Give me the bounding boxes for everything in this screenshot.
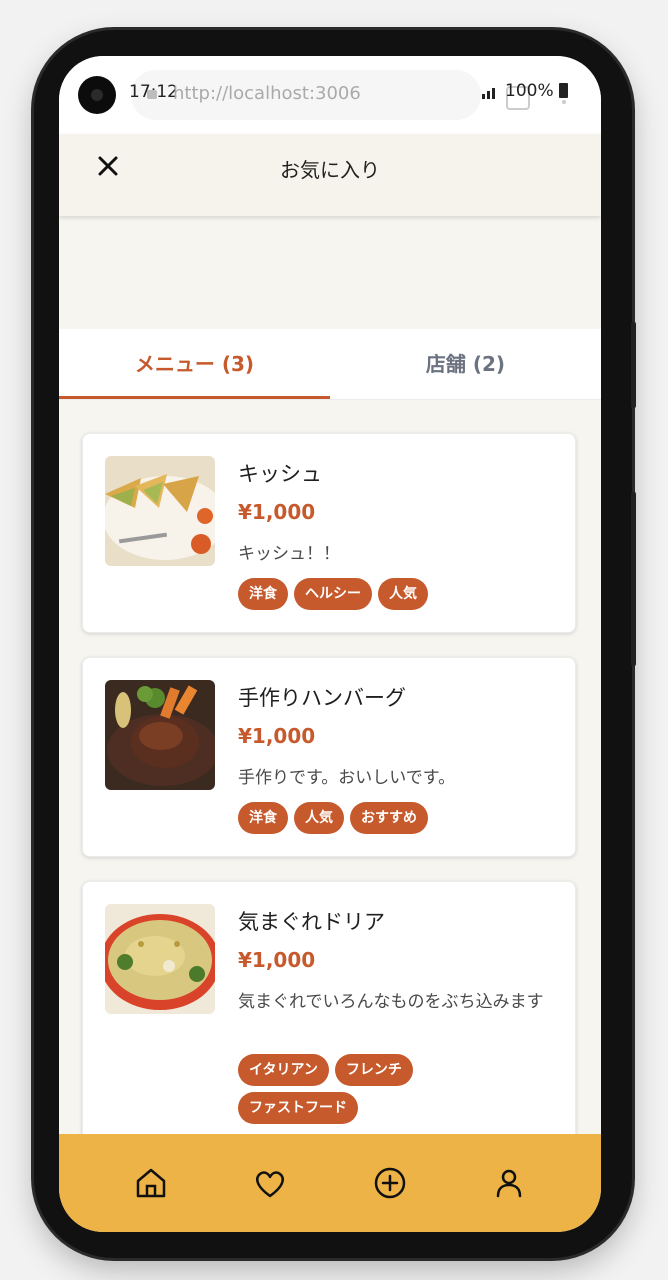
tag[interactable]: イタリアン (238, 1054, 329, 1086)
menu-item-name: 気まぐれドリア (238, 910, 385, 934)
page-title: お気に入り (280, 158, 380, 182)
menu-item-description: 気まぐれでいろんなものをぶち込みます (238, 992, 544, 1012)
lock-icon (147, 90, 157, 99)
menu-item-description: キッシュ！！ (238, 544, 340, 564)
browser-menu-icon[interactable] (562, 100, 566, 104)
menu-card[interactable]: 気まぐれドリア ¥1,000 気まぐれでいろんなものをぶち込みます イタリアン … (82, 881, 576, 1151)
url-text[interactable]: http://localhost:3006 (173, 83, 361, 104)
battery-icon (559, 83, 568, 98)
quiche-image (105, 456, 215, 566)
signal-icon (482, 88, 495, 99)
user-icon[interactable] (491, 1165, 527, 1201)
tag[interactable]: おすすめ (350, 802, 428, 834)
heart-icon[interactable] (252, 1165, 288, 1201)
tag-list: 洋食 人気 おすすめ (238, 802, 568, 834)
plus-circle-icon[interactable] (372, 1165, 408, 1201)
tag[interactable]: 洋食 (238, 802, 288, 834)
hamburg-steak-image (105, 680, 215, 790)
app-header: お気に入り (59, 134, 601, 216)
menu-item-name: キッシュ (238, 462, 322, 486)
tab-bar: メニュー (3) 店舗 (2) (59, 329, 601, 400)
tag[interactable]: フレンチ (334, 1054, 413, 1086)
tag-list: 洋食 ヘルシー 人気 (238, 578, 568, 610)
menu-card[interactable]: キッシュ ¥1,000 キッシュ！！ 洋食 ヘルシー 人気 (82, 433, 576, 633)
tag[interactable]: 人気 (294, 802, 344, 834)
camera-icon (78, 76, 116, 114)
tag[interactable]: ファストフード (238, 1092, 358, 1124)
screen: 17:12 http://localhost:3006 100% お気に入り メ… (59, 56, 601, 1232)
menu-item-price: ¥1,000 (238, 500, 316, 524)
tab-stores[interactable]: 店舗 (2) (330, 329, 601, 399)
power-button (631, 492, 636, 666)
menu-item-price: ¥1,000 (238, 724, 316, 748)
home-icon[interactable] (133, 1165, 169, 1201)
volume-button (631, 322, 636, 408)
menu-card[interactable]: 手作りハンバーグ ¥1,000 手作りです。おいしいです。 洋食 人気 おすすめ (82, 657, 576, 857)
status-bar: 17:12 http://localhost:3006 100% (59, 56, 601, 134)
tag[interactable]: 洋食 (238, 578, 288, 610)
tab-menu[interactable]: メニュー (3) (59, 329, 330, 399)
bottom-nav (59, 1134, 601, 1232)
doria-image (105, 904, 215, 1014)
battery-percent: 100% (505, 81, 554, 101)
menu-item-price: ¥1,000 (238, 948, 316, 972)
menu-item-name: 手作りハンバーグ (238, 686, 406, 710)
menu-item-description: 手作りです。おいしいです。 (238, 768, 456, 788)
tag[interactable]: ヘルシー (294, 578, 372, 610)
tag[interactable]: 人気 (378, 578, 428, 610)
tag-list: イタリアン フレンチ ファストフード (238, 1054, 458, 1124)
